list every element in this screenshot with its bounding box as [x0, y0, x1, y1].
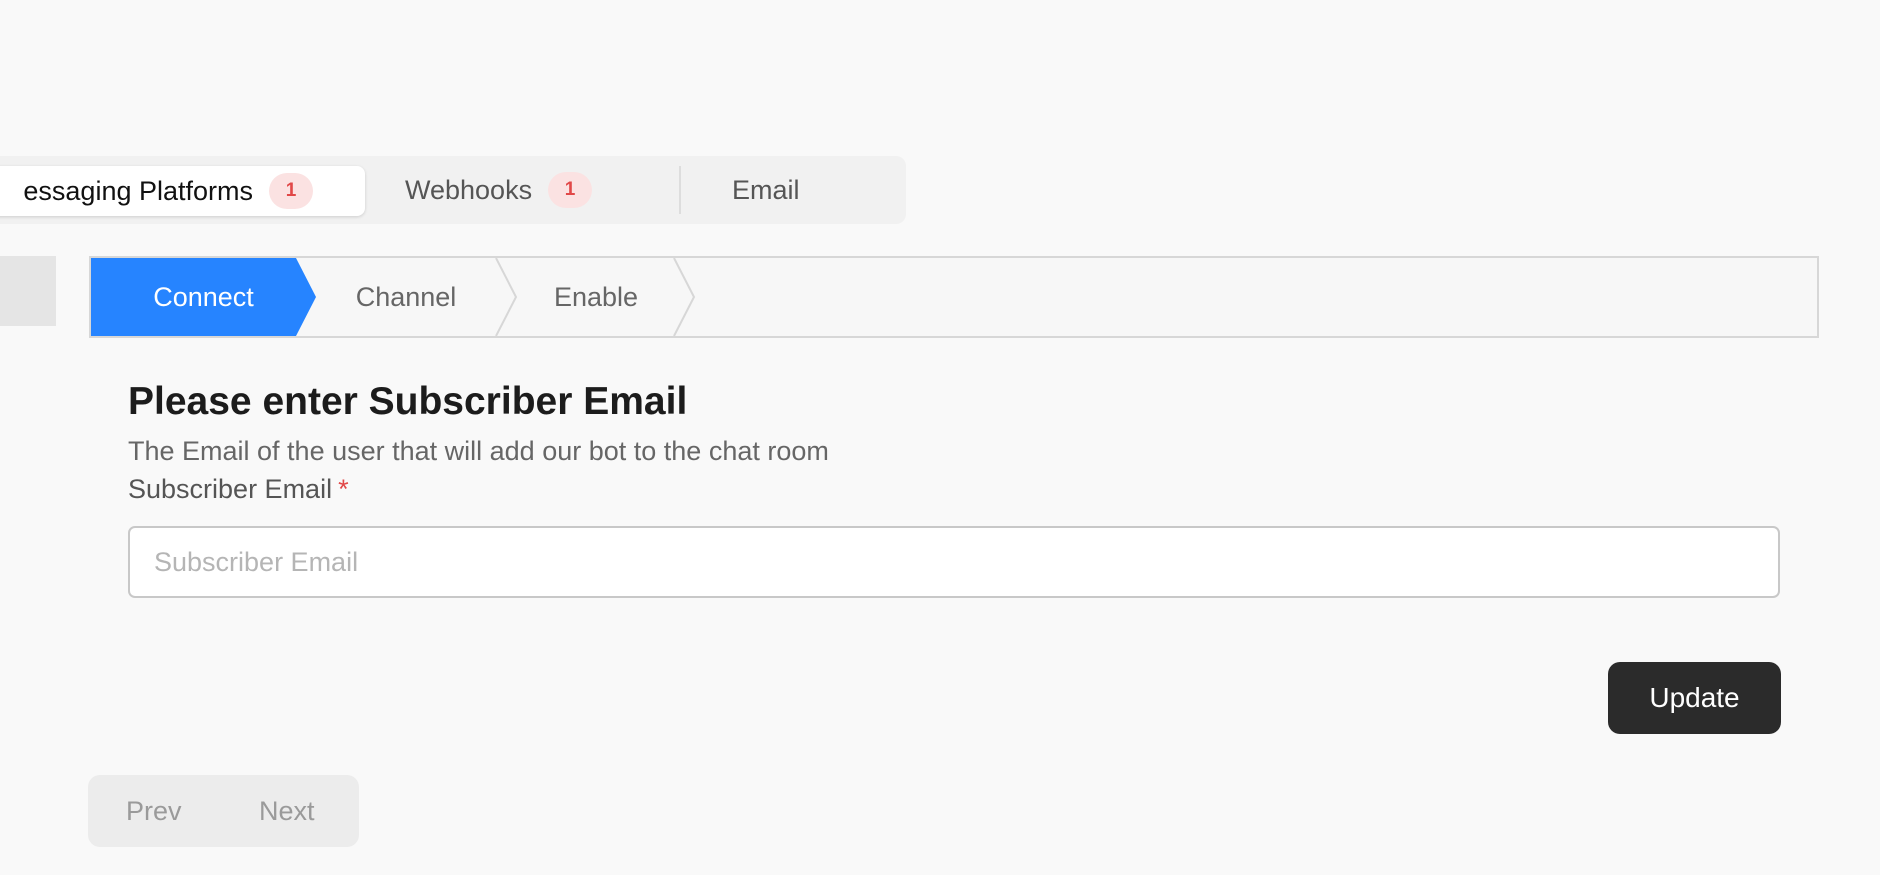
update-button[interactable]: Update	[1608, 662, 1781, 734]
next-button[interactable]: Next	[259, 796, 315, 827]
tab-webhooks[interactable]: Webhooks 1	[405, 166, 593, 214]
integration-tabs: essaging Platforms 1 Webhooks 1 Email	[0, 156, 906, 224]
sidebar-panel-edge	[0, 256, 56, 326]
step-separator	[495, 258, 518, 336]
tab-label: Webhooks	[405, 174, 533, 205]
prev-button[interactable]: Prev	[126, 796, 182, 827]
count-badge: 1	[548, 172, 593, 208]
step-separator	[673, 258, 696, 336]
required-asterisk: *	[338, 474, 349, 504]
step-enable[interactable]: Enable	[516, 258, 676, 336]
step-pager: Prev Next	[88, 775, 359, 847]
form-title: Please enter Subscriber Email	[128, 380, 688, 423]
tab-email[interactable]: Email	[732, 166, 800, 214]
form-description: The Email of the user that will add our …	[128, 436, 829, 466]
setup-stepper: Connect Channel Enable	[89, 256, 1819, 338]
step-channel[interactable]: Channel	[316, 258, 496, 336]
field-label-text: Subscriber Email	[128, 474, 333, 504]
count-badge: 1	[269, 173, 313, 209]
tab-label: Email	[732, 174, 800, 205]
tab-messaging-platforms[interactable]: essaging Platforms 1	[0, 166, 365, 216]
subscriber-email-label: Subscriber Email *	[128, 474, 349, 505]
tab-divider	[679, 166, 681, 214]
step-connect[interactable]: Connect	[91, 258, 316, 336]
tab-label: essaging Platforms	[23, 175, 253, 206]
subscriber-email-input[interactable]	[128, 526, 1780, 598]
